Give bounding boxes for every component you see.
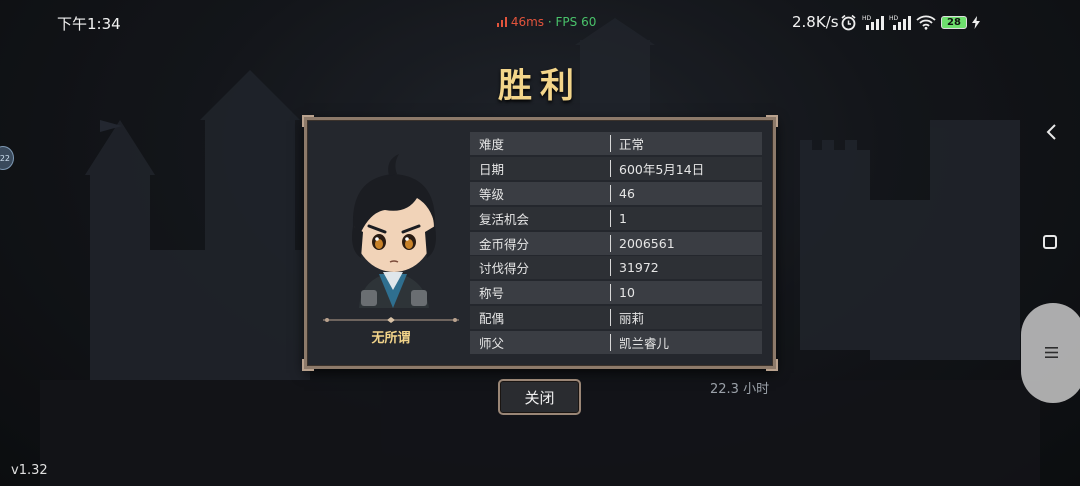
stat-label: 称号 <box>479 286 505 302</box>
corner-ornament <box>766 115 778 127</box>
stat-label: 等级 <box>479 186 505 202</box>
stat-label: 复活机会 <box>479 211 530 227</box>
net-speed: 2.8K/s <box>792 13 839 31</box>
stat-row: 称号 10 <box>470 281 762 305</box>
column-divider <box>610 209 611 227</box>
stat-row: 日期 600年5月14日 <box>470 156 762 180</box>
column-divider <box>610 135 611 152</box>
corner-ornament <box>766 359 778 371</box>
separator-dot: · <box>547 15 552 29</box>
stat-value: 10 <box>619 285 635 301</box>
stat-label: 师父 <box>479 336 505 352</box>
stat-row: 等级 46 <box>470 181 762 205</box>
column-divider <box>610 159 611 177</box>
wifi-icon <box>916 15 936 30</box>
floating-menu-button[interactable] <box>1021 303 1080 403</box>
stat-label: 讨伐得分 <box>479 261 530 277</box>
version-label: v1.32 <box>11 463 48 478</box>
stat-label: 配偶 <box>479 311 505 327</box>
stat-label: 日期 <box>479 161 505 177</box>
signal-hd-icon: HD <box>862 15 884 30</box>
stats-table: 难度 正常 日期 600年5月14日 等级 46 复活机会 1 金币得分 2006561 … <box>470 132 762 356</box>
signal-hd-icon: HD <box>889 15 911 30</box>
network-stats: 46ms · FPS 60 <box>497 15 596 29</box>
stat-value: 丽莉 <box>619 311 645 327</box>
stat-value: 2006561 <box>619 235 675 251</box>
home-icon[interactable] <box>1043 235 1057 249</box>
victory-title: 胜利 <box>498 66 582 106</box>
back-icon[interactable] <box>1044 122 1060 142</box>
hero-name: 无所谓 <box>371 331 411 346</box>
corner-ornament <box>302 359 314 371</box>
signal-bars-icon <box>497 17 507 27</box>
clock: 下午1:34 <box>57 15 121 33</box>
svg-text:HD: HD <box>862 15 872 22</box>
playtime-label: 22.3 小时 <box>710 382 770 397</box>
column-divider <box>610 259 611 277</box>
stat-label: 金币得分 <box>479 236 530 252</box>
system-icons: HD HD 28 <box>840 12 980 32</box>
column-divider <box>610 309 611 327</box>
stat-value: 正常 <box>619 137 645 152</box>
menu-icon <box>1045 347 1058 358</box>
charging-icon <box>972 15 980 29</box>
stat-value: 31972 <box>619 260 659 276</box>
ornament-divider <box>323 317 459 323</box>
column-divider <box>610 184 611 202</box>
fps-value: FPS 60 <box>555 15 597 29</box>
column-divider <box>610 234 611 252</box>
stat-row: 师父 凯兰睿儿 <box>470 331 762 355</box>
alarm-icon <box>841 14 856 30</box>
stat-row: 金币得分 2006561 <box>470 231 762 255</box>
column-divider <box>610 334 611 352</box>
close-button[interactable]: 关闭 <box>498 379 581 415</box>
stat-value: 46 <box>619 185 635 201</box>
svg-text:HD: HD <box>889 15 899 22</box>
column-divider <box>610 284 611 302</box>
stat-row: 讨伐得分 31972 <box>470 256 762 280</box>
stat-row: 配偶 丽莉 <box>470 306 762 330</box>
ping-value: 46ms <box>510 15 545 29</box>
stat-value: 1 <box>619 210 627 226</box>
battery-icon: 28 <box>941 15 967 29</box>
stat-value: 600年5月14日 <box>619 161 705 177</box>
status-bar: 下午1:34 46ms · FPS 60 2.8K/s HD HD 28 <box>0 0 1080 44</box>
stat-value: 凯兰睿儿 <box>619 336 670 352</box>
corner-ornament <box>302 115 314 127</box>
stat-label: 难度 <box>479 137 505 152</box>
result-panel: 无所谓 难度 正常 日期 600年5月14日 等级 46 复活机会 1 金币得分 2006… <box>302 115 778 371</box>
stat-row: 难度 正常 <box>470 132 762 155</box>
stat-row: 复活机会 1 <box>470 206 762 230</box>
